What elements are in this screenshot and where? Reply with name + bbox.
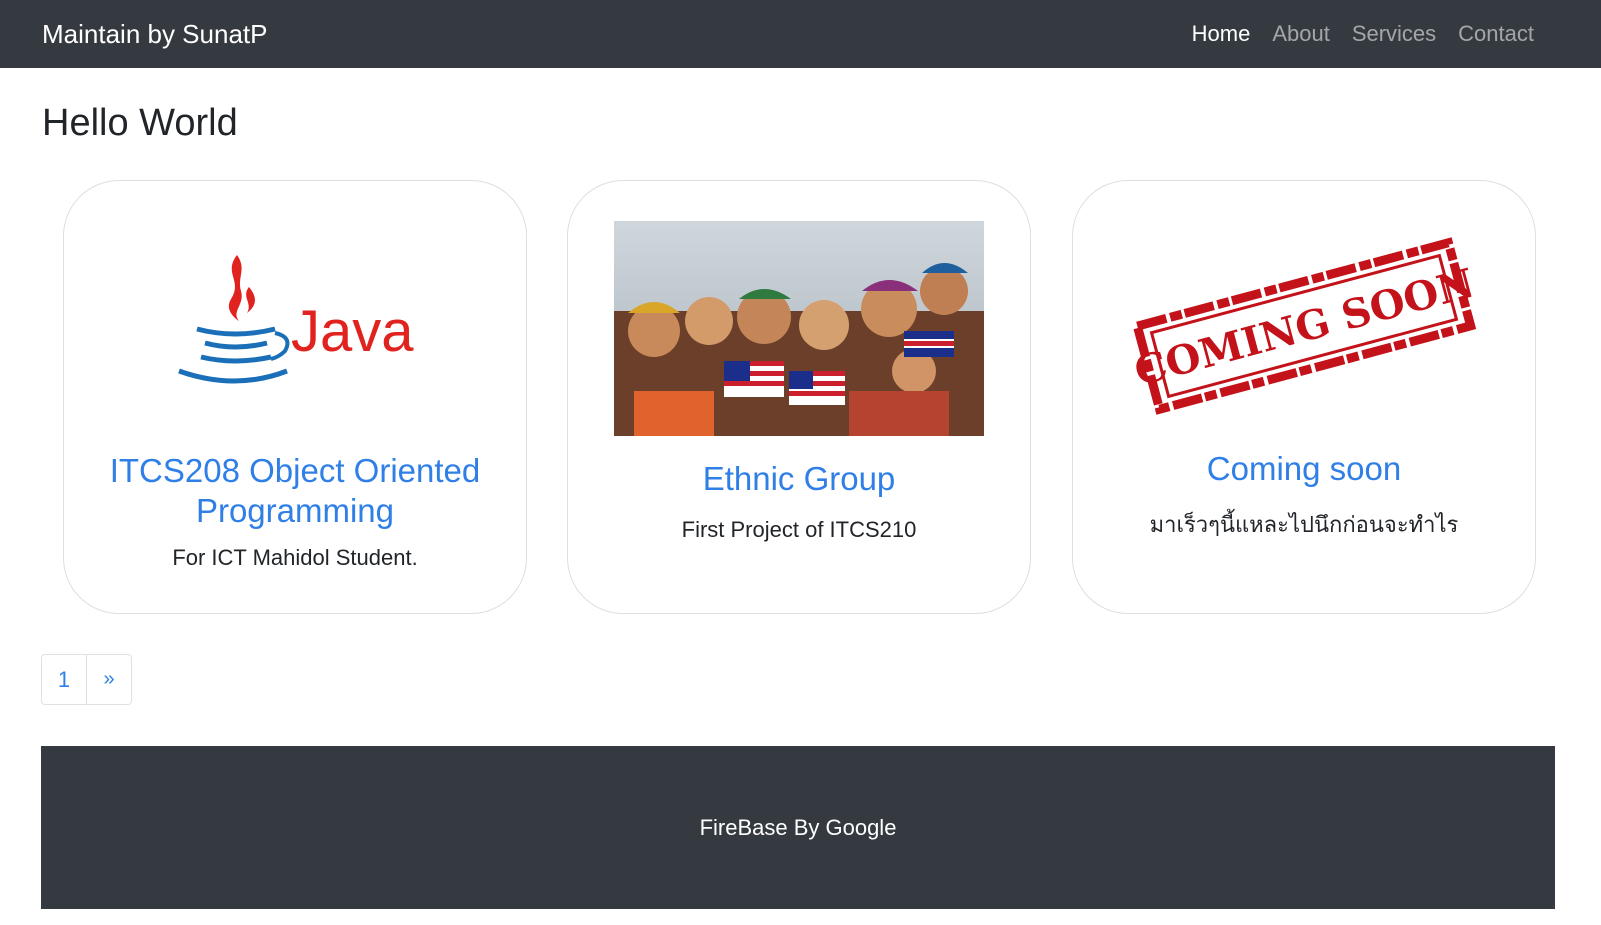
card-title-ethnic[interactable]: Ethnic Group bbox=[588, 459, 1010, 499]
java-logo: Java bbox=[64, 247, 526, 393]
pagination: 1 » bbox=[41, 654, 132, 705]
next-page-button[interactable]: » bbox=[87, 654, 132, 705]
coming-soon-stamp-icon: COMING SOON bbox=[1130, 237, 1479, 415]
nav-link-home[interactable]: Home bbox=[1181, 21, 1262, 47]
nav-link-about[interactable]: About bbox=[1261, 21, 1341, 47]
project-card-ethnic: Ethnic Group First Project of ITCS210 bbox=[567, 180, 1031, 614]
nav-link-services[interactable]: Services bbox=[1341, 21, 1447, 47]
footer: FireBase By Google bbox=[41, 746, 1555, 909]
ethnic-photo-icon bbox=[614, 221, 984, 436]
card-title-java[interactable]: ITCS208 Object Oriented Programming bbox=[84, 451, 506, 531]
navbar-brand[interactable]: Maintain by SunatP bbox=[42, 19, 267, 50]
card-title-coming-soon[interactable]: Coming soon bbox=[1093, 449, 1515, 489]
nav-link-contact[interactable]: Contact bbox=[1447, 21, 1545, 47]
page-1-button[interactable]: 1 bbox=[41, 654, 87, 705]
nav-links: Home About Services Contact bbox=[1181, 21, 1545, 47]
page-title: Hello World bbox=[42, 102, 238, 144]
java-logo-icon: Java bbox=[178, 255, 414, 384]
svg-text:Java: Java bbox=[291, 299, 414, 364]
ethnic-group-photo bbox=[568, 221, 1030, 436]
course-card-java: Java ITCS208 Object Oriented Programming… bbox=[63, 180, 527, 614]
card-text-ethnic: First Project of ITCS210 bbox=[681, 517, 917, 542]
card-text-coming-soon: มาเร็วๆนี้แหละไปนึกก่อนจะทำไร bbox=[1149, 512, 1459, 537]
card-title-line-1[interactable]: ITCS208 Object Oriented bbox=[84, 451, 506, 491]
coming-soon-stamp: COMING SOON bbox=[1073, 235, 1535, 417]
card-text-java: For ICT Mahidol Student. bbox=[172, 545, 418, 570]
card-coming-soon: COMING SOON Coming soon มาเร็วๆนี้แหละไป… bbox=[1072, 180, 1536, 614]
top-navbar: Maintain by SunatP Home About Services C… bbox=[0, 0, 1601, 68]
footer-text: FireBase By Google bbox=[699, 814, 897, 840]
card-title-line-2[interactable]: Programming bbox=[84, 491, 506, 531]
